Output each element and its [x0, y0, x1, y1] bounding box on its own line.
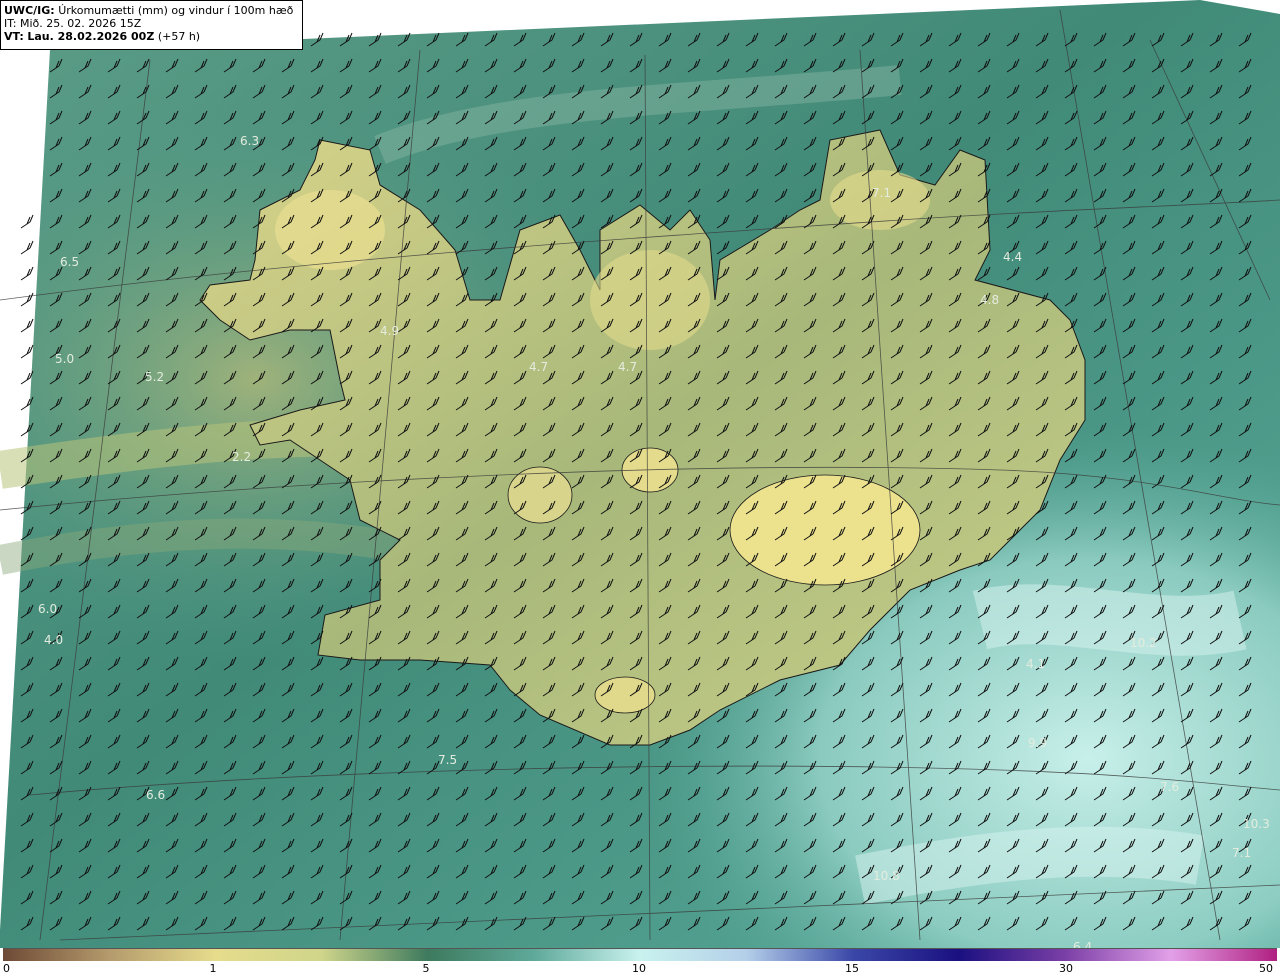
value-label: 7.1 [1232, 846, 1252, 860]
value-label: 4.8 [980, 293, 1000, 307]
value-label: 6.4 [1073, 940, 1093, 948]
value-label: 6.5 [60, 255, 80, 269]
precipitation-map [0, 0, 1280, 948]
value-label: 5.0 [55, 352, 75, 366]
lead-time: (+57 h) [157, 30, 201, 43]
colorbar-tick: 50 [1259, 962, 1273, 975]
colorbar-tick: 30 [1059, 962, 1073, 975]
value-label: 4.0 [44, 633, 64, 647]
colorbar-tick: 5 [422, 962, 430, 975]
map-title: Úrkomumætti (mm) og vindur í 100m hæð [58, 4, 294, 17]
value-label: 4.7 [618, 360, 638, 374]
value-label: 7.1 [872, 186, 892, 200]
value-label: 7.5 [438, 753, 458, 767]
value-label: 4.9 [380, 324, 400, 338]
valid-time-line: VT: Lau. 28.02.2026 00Z (+57 h) [4, 30, 299, 43]
colorbar-tick: 10 [632, 962, 646, 975]
value-label: 4.4 [1003, 250, 1023, 264]
value-label: 10.3 [1243, 817, 1270, 831]
value-label: 10.8 [873, 869, 900, 883]
value-label: 2.2 [232, 450, 252, 464]
valid-time: Lau. 28.02.2026 00Z [27, 30, 155, 43]
value-label: 5.2 [145, 370, 165, 384]
colorbar-tick: 1 [209, 962, 217, 975]
map-title-box: UWC/IG: Úrkomumætti (mm) og vindur í 100… [0, 0, 303, 50]
value-label: 9.9 [1028, 736, 1048, 750]
value-label: 6.0 [38, 602, 58, 616]
initial-time: IT: Mið. 25. 02. 2026 15Z [4, 17, 142, 30]
map-area[interactable]: 6.3 6.5 5.0 5.2 4.9 4.7 4.7 7.1 4.4 4.8 2.2 6.0 4.0 7… [0, 0, 1280, 948]
product-label: UWC/IG: [4, 4, 55, 17]
value-label: 4.7 [529, 360, 549, 374]
value-label: 6.3 [240, 134, 260, 148]
colorbar [3, 948, 1277, 961]
value-label: 7.6 [1160, 780, 1180, 794]
value-label: 4.1 [1026, 657, 1046, 671]
colorbar-tick: 15 [845, 962, 859, 975]
value-label: 10.2 [1130, 636, 1157, 650]
valid-label: VT: [4, 30, 24, 43]
title-line: UWC/IG: Úrkomumætti (mm) og vindur í 100… [4, 4, 299, 17]
colorbar-tick: 0 [3, 962, 10, 975]
value-label: 6.6 [146, 788, 166, 802]
